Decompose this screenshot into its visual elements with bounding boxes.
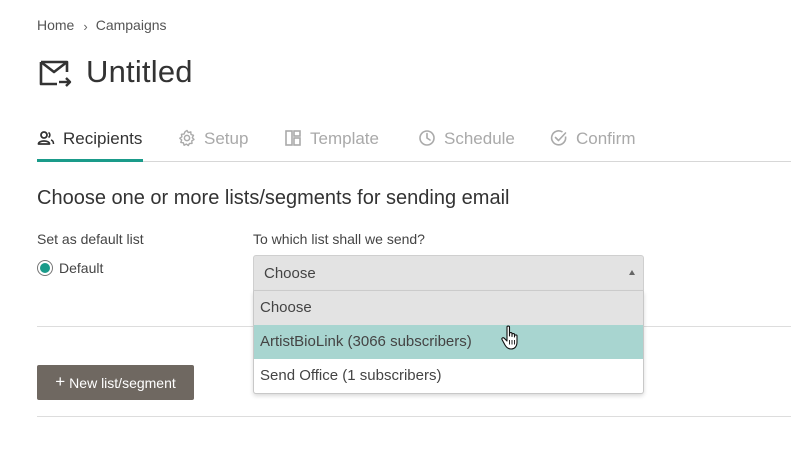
mail-send-icon <box>39 60 72 87</box>
default-radio[interactable]: Default <box>37 260 103 276</box>
tab-label: Confirm <box>576 129 636 148</box>
breadcrumb-campaigns[interactable]: Campaigns <box>96 17 167 33</box>
page-title: Untitled <box>86 54 193 89</box>
option-artistbiolink[interactable]: ArtistBioLink (3066 subscribers) <box>254 325 643 359</box>
caret-up-icon <box>629 270 635 275</box>
default-list-label: Set as default list <box>37 231 144 247</box>
clock-icon <box>419 130 435 146</box>
default-radio-label: Default <box>59 260 104 276</box>
tab-label: Recipients <box>63 129 143 148</box>
list-dropdown: Choose ArtistBioLink (3066 subscribers) … <box>253 291 644 394</box>
list-select-value: Choose <box>264 265 316 282</box>
new-list-segment-button[interactable]: + New list/segment <box>37 365 194 400</box>
tab-setup[interactable]: Setup <box>178 125 248 161</box>
tab-label: Template <box>310 129 379 148</box>
section-heading: Choose one or more lists/segments for se… <box>37 187 510 209</box>
title-row: Untitled <box>37 54 193 90</box>
layout-icon <box>285 130 301 146</box>
radio-dot <box>40 263 50 273</box>
tab-recipients[interactable]: Recipients <box>37 125 143 162</box>
gear-icon <box>179 129 195 147</box>
list-select[interactable]: Choose <box>253 255 644 291</box>
page: Home › Campaigns Untitled Recipients Set… <box>0 0 791 465</box>
plus-icon: + <box>55 371 66 391</box>
tab-confirm[interactable]: Confirm <box>550 125 636 161</box>
hand-cursor-icon <box>501 325 518 350</box>
tab-label: Schedule <box>444 129 515 148</box>
tab-bar: Recipients Setup Template Schedule Confi… <box>37 125 791 162</box>
option-send-office[interactable]: Send Office (1 subscribers) <box>254 359 643 393</box>
tab-label: Setup <box>204 129 249 148</box>
new-list-segment-label: New list/segment <box>69 374 176 391</box>
divider <box>37 416 791 417</box>
tab-template[interactable]: Template <box>284 125 379 161</box>
breadcrumb-separator: › <box>83 18 88 34</box>
users-icon <box>37 131 55 145</box>
check-circle-icon <box>550 130 567 146</box>
breadcrumb: Home › Campaigns <box>37 17 167 34</box>
radio-button[interactable] <box>37 260 53 276</box>
tab-schedule[interactable]: Schedule <box>418 125 515 161</box>
breadcrumb-home[interactable]: Home <box>37 17 74 33</box>
list-select-label: To which list shall we send? <box>253 231 425 247</box>
option-choose[interactable]: Choose <box>254 291 643 325</box>
